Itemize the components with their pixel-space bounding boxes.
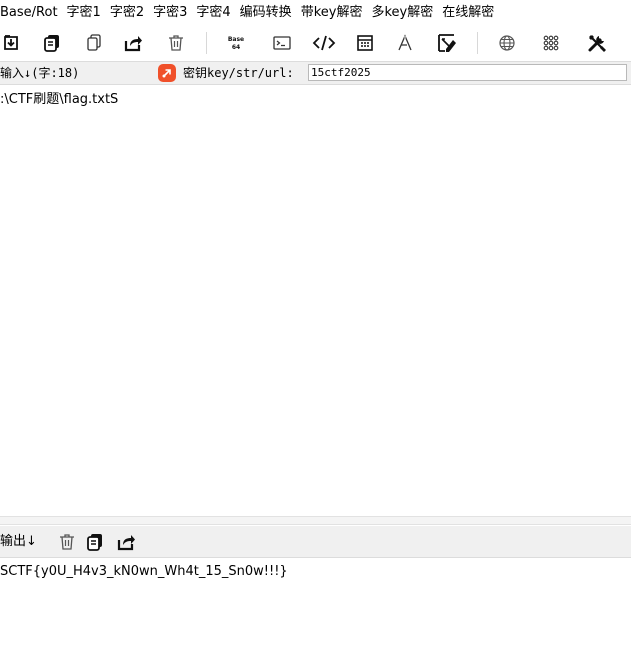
menu-zimi4[interactable]: 字密4 [196,0,239,26]
toolbar-separator-2 [477,32,478,54]
import-button[interactable] [0,31,24,55]
edit-document-icon [438,34,456,52]
paste-button[interactable] [82,31,106,55]
import-icon [4,35,18,50]
menu-multikey-decrypt[interactable]: 多key解密 [371,0,442,26]
trash-icon [60,534,74,550]
menu-base-rot[interactable]: Base/Rot [0,0,67,26]
input-textarea[interactable]: :\CTF刷题\flag.txtS [0,86,631,516]
apps-button[interactable] [539,31,563,55]
menu-zimi1[interactable]: 字密1 [67,0,110,26]
globe-button[interactable] [495,31,519,55]
app-window: Base/Rot 字密1 字密2 字密3 字密4 编码转换 带key解密 多ke… [0,0,631,658]
input-header: 输入↓(字:18) 密钥key/str/url: [0,61,631,85]
code-button[interactable] [312,31,336,55]
toolbar: Base 64 [0,27,631,59]
output-label: 输出↓ [0,534,37,549]
tools-icon [588,35,606,52]
output-copy-button[interactable] [84,531,106,553]
copy-icon [87,534,102,551]
input-label: 输入↓(字:18) [0,66,80,80]
key-link-icon[interactable] [158,64,176,82]
menu-key-decrypt[interactable]: 带key解密 [301,0,372,26]
key-input[interactable] [308,64,627,81]
copy-button[interactable] [40,31,64,55]
share-icon [124,36,142,52]
terminal-icon [273,36,291,50]
toolbar-separator [206,32,207,54]
grid-icon [543,35,559,51]
font-icon [398,34,412,51]
font-button[interactable] [393,31,417,55]
calculator-icon [357,35,373,51]
base64-button[interactable]: Base 64 [224,31,248,55]
share-icon [117,535,135,551]
menu-zimi3[interactable]: 字密3 [153,0,196,26]
edit-button[interactable] [435,31,459,55]
globe-icon [499,35,515,51]
paste-icon [87,34,101,51]
base64-icon-text-top: Base [228,36,244,43]
output-header: 输出↓ [0,526,631,558]
menubar: Base/Rot 字密1 字密2 字密3 字密4 编码转换 带key解密 多ke… [0,0,631,26]
output-clear-button[interactable] [56,531,78,553]
terminal-button[interactable] [270,31,294,55]
output-textarea[interactable]: SCTF{y0U_H4v3_kN0wn_Wh4t_15_Sn0w!!!} [0,559,631,658]
panel-splitter[interactable] [0,516,631,525]
menu-encoding-convert[interactable]: 编码转换 [240,0,301,26]
tools-button[interactable] [585,31,609,55]
key-label: 密钥key/str/url: [183,66,294,80]
copy-icon [44,35,59,52]
menu-zimi2[interactable]: 字密2 [110,0,153,26]
clear-button[interactable] [164,31,188,55]
trash-icon [169,35,183,51]
output-share-button[interactable] [115,531,137,553]
base64-icon-text-bottom: 64 [232,44,240,51]
share-button[interactable] [121,31,145,55]
calculator-button[interactable] [353,31,377,55]
base64-icon: Base 64 [228,36,244,51]
code-icon [312,35,336,51]
menu-online-decrypt[interactable]: 在线解密 [442,0,503,26]
